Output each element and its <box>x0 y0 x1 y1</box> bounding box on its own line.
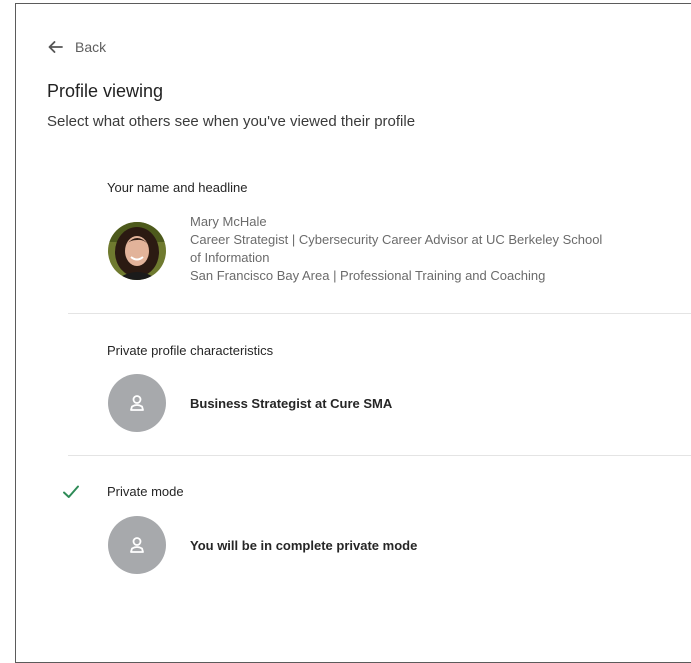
divider <box>68 313 691 314</box>
placeholder-avatar <box>108 374 166 432</box>
divider <box>68 455 691 456</box>
profile-headline-line-1: Career Strategist | Cybersecurity Career… <box>190 232 603 247</box>
checkmark-icon <box>63 485 79 498</box>
profile-location-industry: San Francisco Bay Area | Professional Tr… <box>190 268 546 283</box>
back-label: Back <box>75 39 107 55</box>
person-outline-icon <box>130 395 144 411</box>
profile-headline-line-2: of Information <box>190 250 270 265</box>
option-text-private-characteristics: Business Strategist at Cure SMA <box>190 396 393 411</box>
back-button[interactable]: Back <box>48 36 106 58</box>
profile-name-headline-text: Mary McHale Career Strategist | Cybersec… <box>190 213 680 285</box>
profile-name: Mary McHale <box>190 214 267 229</box>
arrow-left-icon <box>48 41 63 53</box>
profile-photo-avatar <box>108 222 166 280</box>
person-outline-icon <box>130 537 144 553</box>
placeholder-avatar <box>108 516 166 574</box>
option-heading-private-characteristics: Private profile characteristics <box>107 343 274 358</box>
option-text-private-mode: You will be in complete private mode <box>190 538 418 553</box>
page-title: Profile viewing <box>47 81 164 101</box>
option-heading-name-headline: Your name and headline <box>107 180 248 195</box>
page-subtitle: Select what others see when you've viewe… <box>47 113 416 130</box>
option-heading-private-mode: Private mode <box>107 484 184 499</box>
